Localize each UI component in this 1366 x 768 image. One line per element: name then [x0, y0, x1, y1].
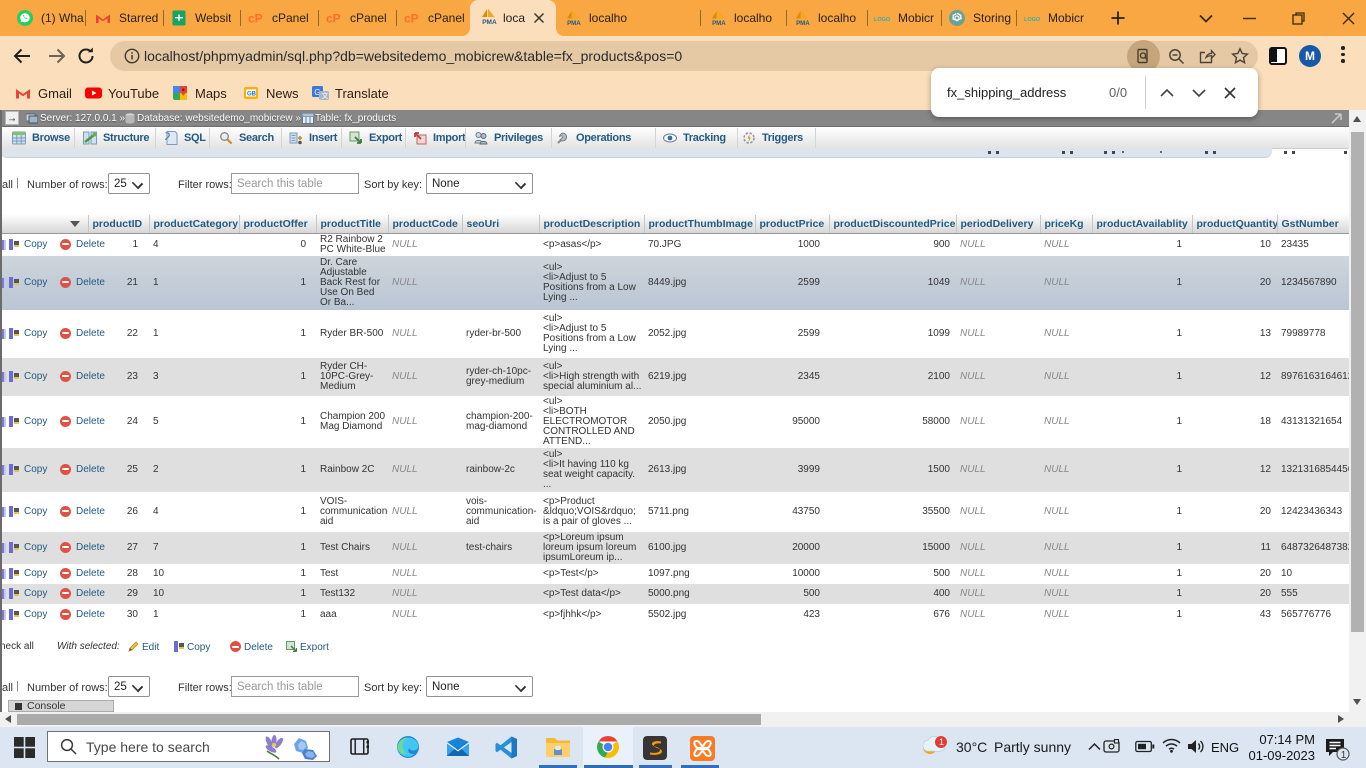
svg-text:PMA: PMA — [567, 20, 581, 26]
svg-text:LOGO: LOGO — [874, 17, 891, 23]
svg-text:文: 文 — [322, 91, 329, 100]
svg-text:cP: cP — [326, 12, 341, 26]
svg-text:1: 1 — [939, 737, 944, 747]
svg-text:PMA: PMA — [796, 20, 810, 26]
svg-text:1: 1 — [1341, 750, 1347, 761]
svg-text:cP: cP — [248, 12, 263, 26]
svg-text:PMA: PMA — [482, 19, 497, 25]
svg-text:GB: GB — [247, 92, 257, 98]
svg-text:PMA: PMA — [712, 20, 726, 26]
svg-text:cP: cP — [404, 12, 419, 26]
svg-text:LOGO: LOGO — [1024, 17, 1041, 23]
